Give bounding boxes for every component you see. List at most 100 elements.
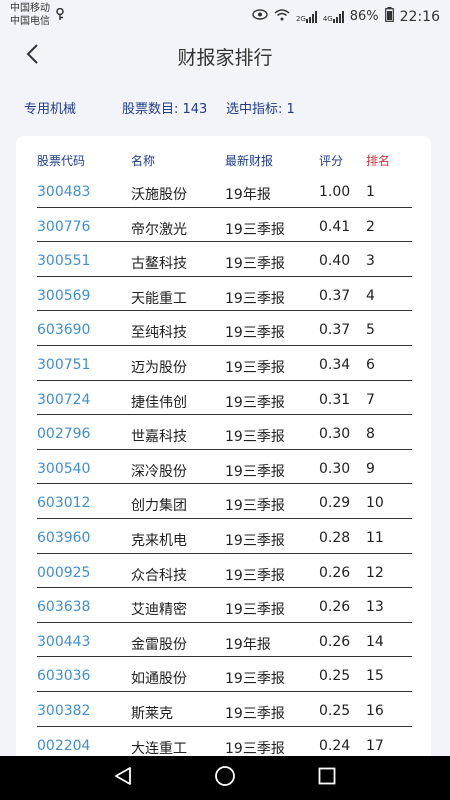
rank-value: 7 <box>366 391 375 408</box>
stock-name: 众合科技 <box>131 567 187 584</box>
rank-value: 9 <box>366 460 375 477</box>
row-divider <box>37 275 412 277</box>
stock-code[interactable]: 300551 <box>37 253 90 269</box>
score-value: 0.29 <box>319 495 351 512</box>
clock: 22:16 <box>399 8 440 25</box>
table-row[interactable]: 603012 创力集团 19三季报 0.29 10 <box>16 486 431 521</box>
stock-code[interactable]: 300540 <box>37 461 90 477</box>
table-row[interactable]: 300382 斯莱克 19三季报 0.25 16 <box>16 694 431 729</box>
stock-name: 捷佳伟创 <box>131 394 187 411</box>
latest-report: 19三季报 <box>225 221 285 238</box>
row-divider <box>37 656 412 658</box>
table-row[interactable]: 300776 帝尔激光 19三季报 0.41 2 <box>16 210 431 245</box>
table-row[interactable]: 300569 天能重工 19三季报 0.37 4 <box>16 279 431 314</box>
score-value: 0.28 <box>319 529 351 546</box>
net-tag-2: 4G <box>322 14 333 23</box>
stock-code[interactable]: 603690 <box>37 322 90 338</box>
table-row[interactable]: 002796 世嘉科技 19三季报 0.30 8 <box>16 417 431 452</box>
stock-code[interactable]: 300776 <box>37 219 90 235</box>
summary-row: 专用机械 股票数目: 143 选中指标: 1 <box>0 98 450 118</box>
nav-back-button[interactable] <box>101 756 145 800</box>
score-value: 0.31 <box>319 391 351 408</box>
latest-report: 19三季报 <box>225 290 285 307</box>
table-row[interactable]: 300751 迈为股份 19三季报 0.34 6 <box>16 348 431 383</box>
stock-code[interactable]: 300443 <box>37 634 90 650</box>
stock-code[interactable]: 002204 <box>37 738 90 754</box>
row-divider <box>37 379 412 381</box>
signal-icon-2: 4G <box>322 10 344 23</box>
stock-name: 艾迪精密 <box>131 602 187 619</box>
latest-report: 19三季报 <box>225 740 285 757</box>
stock-code[interactable]: 300569 <box>37 288 90 304</box>
stock-code[interactable]: 300724 <box>37 392 90 408</box>
stock-name: 世嘉科技 <box>131 429 187 446</box>
stock-code[interactable]: 300382 <box>37 703 90 719</box>
row-divider <box>37 483 412 485</box>
table-row[interactable]: 603690 至纯科技 19三季报 0.37 5 <box>16 313 431 348</box>
carrier-2: 中国电信 <box>10 16 50 27</box>
carrier-info: 中国移动 中国电信 <box>10 2 50 28</box>
header-score[interactable]: 评分 <box>319 152 343 169</box>
square-recents-icon <box>318 767 336 789</box>
stock-name: 创力集团 <box>131 498 187 515</box>
stock-name: 沃施股份 <box>131 187 187 203</box>
table-row[interactable]: 300443 金雷股份 19年报 0.26 14 <box>16 625 431 660</box>
table-row[interactable]: 603036 如通股份 19三季报 0.25 15 <box>16 659 431 694</box>
score-value: 0.40 <box>319 253 351 270</box>
stock-code[interactable]: 300483 <box>37 184 90 200</box>
status-bar: 中国移动 中国电信 2G 4G 86% 22:16 <box>0 0 450 32</box>
latest-report: 19三季报 <box>225 532 285 549</box>
nav-recents-button[interactable] <box>305 756 349 800</box>
rank-value: 5 <box>366 322 375 339</box>
stock-count: 股票数目: 143 <box>122 102 208 117</box>
stock-name: 克来机电 <box>131 532 187 549</box>
row-divider <box>37 414 412 416</box>
stock-name: 古鳌科技 <box>131 256 187 273</box>
table-row[interactable]: 000925 众合科技 19三季报 0.26 12 <box>16 556 431 591</box>
nav-home-button[interactable] <box>203 756 247 800</box>
table-row[interactable]: 300540 深冷股份 19三季报 0.30 9 <box>16 452 431 487</box>
row-divider <box>37 517 412 519</box>
stock-code[interactable]: 603036 <box>37 668 90 684</box>
row-divider <box>37 587 412 589</box>
row-divider <box>37 690 412 692</box>
stock-code[interactable]: 002796 <box>37 426 90 442</box>
header-rank[interactable]: 排名 <box>366 152 390 169</box>
app-header: 财报家排行 <box>0 32 450 80</box>
stock-code[interactable]: 000925 <box>37 565 90 581</box>
latest-report: 19三季报 <box>225 394 285 411</box>
latest-report: 19三季报 <box>225 463 285 480</box>
eye-icon <box>252 9 268 24</box>
score-value: 1.00 <box>319 184 351 200</box>
score-value: 0.34 <box>319 356 351 373</box>
latest-report: 19三季报 <box>225 705 285 722</box>
status-icons: 2G 4G 86% 22:16 <box>252 7 440 26</box>
row-divider <box>37 241 412 243</box>
rank-value: 16 <box>366 702 384 719</box>
table-header: 股票代码 名称 最新财报 评分 排名 <box>16 152 431 172</box>
table-row[interactable]: 603638 艾迪精密 19三季报 0.26 13 <box>16 590 431 625</box>
stock-code[interactable]: 603960 <box>37 530 90 546</box>
table-row[interactable]: 603960 克来机电 19三季报 0.28 11 <box>16 521 431 556</box>
rank-value: 12 <box>366 564 384 581</box>
latest-report: 19三季报 <box>225 671 285 688</box>
table-row[interactable]: 300724 捷佳伟创 19三季报 0.31 7 <box>16 383 431 418</box>
header-name[interactable]: 名称 <box>131 152 155 169</box>
row-divider <box>37 621 412 623</box>
table-row[interactable]: 300483 沃施股份 19年报 1.00 1 <box>16 175 431 210</box>
key-icon <box>55 7 65 23</box>
row-divider <box>37 310 412 312</box>
wifi-icon <box>274 8 290 25</box>
rank-value: 13 <box>366 599 384 616</box>
header-report[interactable]: 最新财报 <box>225 152 273 169</box>
stock-code[interactable]: 603638 <box>37 599 90 615</box>
latest-report: 19三季报 <box>225 359 285 376</box>
rank-value: 4 <box>366 287 375 304</box>
stock-code[interactable]: 300751 <box>37 357 90 373</box>
stock-code[interactable]: 603012 <box>37 495 90 511</box>
rank-value: 17 <box>366 737 384 754</box>
table-row[interactable]: 300551 古鳌科技 19三季报 0.40 3 <box>16 244 431 279</box>
signal-icon-1: 2G <box>296 10 317 23</box>
header-code[interactable]: 股票代码 <box>37 152 85 169</box>
row-divider <box>37 552 412 554</box>
